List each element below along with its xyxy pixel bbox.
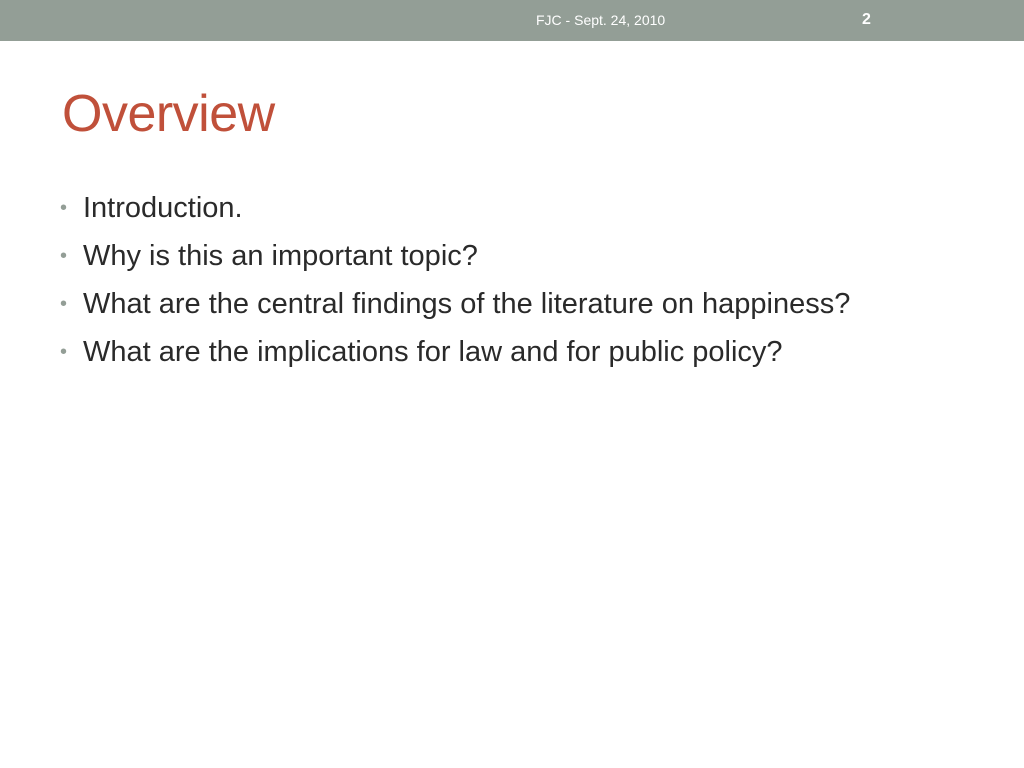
bullet-item: • What are the implications for law and … <box>60 333 960 371</box>
slide-number: 2 <box>862 11 871 28</box>
bullet-item: • Why is this an important topic? <box>60 237 960 275</box>
bullet-text: What are the central findings of the lit… <box>83 288 851 320</box>
bullet-text: Why is this an important topic? <box>83 240 478 272</box>
slide-title: Overview <box>62 85 275 143</box>
slide: FJC - Sept. 24, 2010 2 Overview • Introd… <box>0 0 1024 768</box>
bullet-text: What are the implications for law and fo… <box>83 336 783 368</box>
bullet-dot-icon: • <box>60 293 68 315</box>
footer-date-text: FJC - Sept. 24, 2010 <box>536 12 666 28</box>
bullet-list: • Introduction. • Why is this an importa… <box>60 189 960 381</box>
bullet-dot-icon: • <box>60 245 68 267</box>
bullet-text: Introduction. <box>83 192 243 224</box>
header-bar: FJC - Sept. 24, 2010 2 <box>0 0 1024 41</box>
bullet-item: • Introduction. <box>60 189 960 227</box>
bullet-dot-icon: • <box>60 197 68 219</box>
bullet-item: • What are the central findings of the l… <box>60 285 960 323</box>
bullet-dot-icon: • <box>60 341 68 363</box>
